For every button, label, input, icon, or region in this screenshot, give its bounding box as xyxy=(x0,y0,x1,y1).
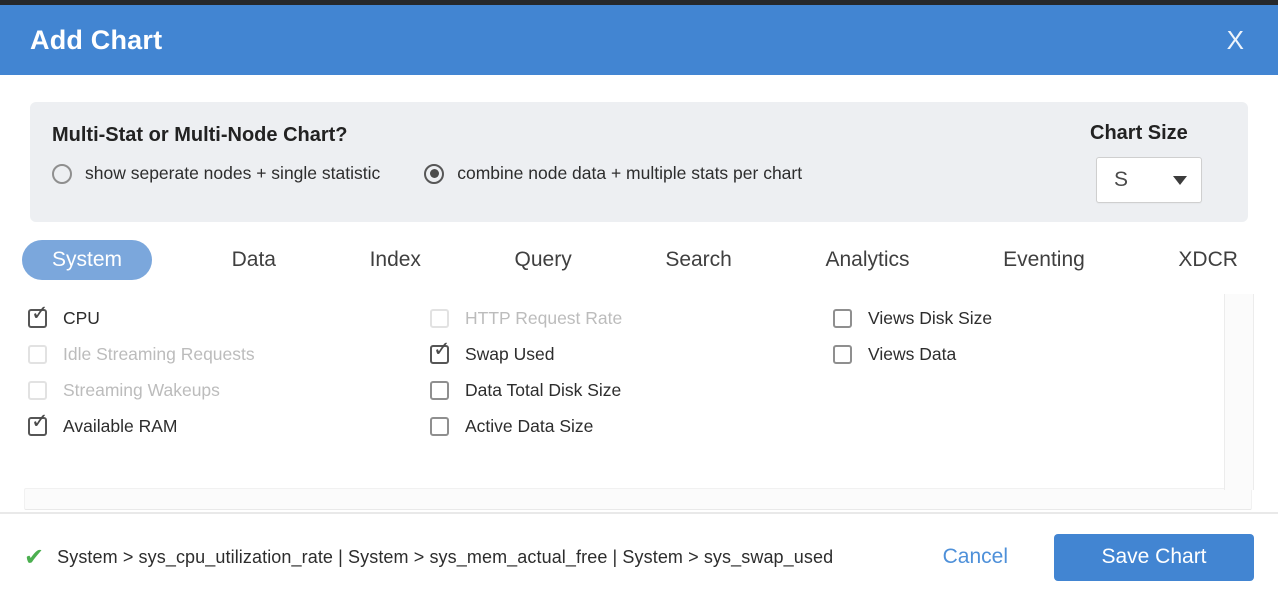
stat-item[interactable]: ✓ CPU xyxy=(28,300,430,336)
multi-stat-panel: Multi-Stat or Multi-Node Chart? show sep… xyxy=(30,102,1248,222)
checkbox-icon[interactable] xyxy=(430,417,449,436)
stat-item: HTTP Request Rate xyxy=(430,300,833,336)
stat-item[interactable]: ✓ Available RAM xyxy=(28,408,430,444)
stat-item[interactable]: ✓ Swap Used xyxy=(430,336,833,372)
horizontal-scrollbar[interactable] xyxy=(24,488,1252,510)
radio-option[interactable]: show seperate nodes + single statistic xyxy=(52,163,380,184)
tab-analytics[interactable]: Analytics xyxy=(811,240,923,280)
tab-search[interactable]: Search xyxy=(651,240,746,280)
stats-column: Views Disk Size Views Data xyxy=(833,300,1278,444)
stat-label: Data Total Disk Size xyxy=(465,380,621,401)
stat-item[interactable]: Data Total Disk Size xyxy=(430,372,833,408)
tab-data[interactable]: Data xyxy=(218,240,290,280)
vertical-scrollbar[interactable] xyxy=(1224,294,1254,490)
stats-area: ✓ CPU Idle Streaming Requests Streaming Wak… xyxy=(28,300,1278,486)
modal-header: Add Chart X xyxy=(0,5,1278,75)
stats-grid: ✓ CPU Idle Streaming Requests Streaming Wak… xyxy=(28,300,1278,444)
radio-label: show seperate nodes + single statistic xyxy=(85,163,380,184)
selected-stats-summary: System > sys_cpu_utilization_rate | Syst… xyxy=(57,547,833,568)
check-mark-glyph: ✓ xyxy=(433,339,451,360)
stat-label: Views Disk Size xyxy=(868,308,992,329)
stat-label: CPU xyxy=(63,308,100,329)
stat-label: Swap Used xyxy=(465,344,555,365)
stat-item[interactable]: Views Data xyxy=(833,336,1278,372)
tab-system[interactable]: System xyxy=(22,240,152,280)
stat-label: HTTP Request Rate xyxy=(465,308,622,329)
checkbox-icon[interactable] xyxy=(430,381,449,400)
radio-selected-icon[interactable] xyxy=(424,164,444,184)
stats-column: HTTP Request Rate ✓ Swap Used Data Total Di… xyxy=(430,300,833,444)
checkbox-checked-icon[interactable]: ✓ xyxy=(28,417,47,436)
modal-title: Add Chart xyxy=(30,25,162,56)
add-chart-modal: Add Chart X Multi-Stat or Multi-Node Cha… xyxy=(0,5,1278,600)
checkbox-checked-icon[interactable]: ✓ xyxy=(28,309,47,328)
chart-size-label: Chart Size xyxy=(1090,122,1202,145)
close-icon[interactable]: X xyxy=(1223,25,1248,56)
check-mark-glyph: ✓ xyxy=(31,303,49,324)
chart-size-select[interactable]: S xyxy=(1096,157,1202,203)
radio-label: combine node data + multiple stats per c… xyxy=(457,163,802,184)
stats-column: ✓ CPU Idle Streaming Requests Streaming Wak… xyxy=(28,300,430,444)
modal-footer: ✔ System > sys_cpu_utilization_rate | Sy… xyxy=(0,512,1278,600)
tab-index[interactable]: Index xyxy=(356,240,435,280)
stat-item: Streaming Wakeups xyxy=(28,372,430,408)
checkbox-checked-icon[interactable]: ✓ xyxy=(430,345,449,364)
stat-item: Idle Streaming Requests xyxy=(28,336,430,372)
panel-heading: Multi-Stat or Multi-Node Chart? xyxy=(52,124,1248,147)
radio-icon[interactable] xyxy=(52,164,72,184)
checkmark-icon: ✔ xyxy=(24,543,44,572)
tab-eventing[interactable]: Eventing xyxy=(989,240,1099,280)
checkbox-icon[interactable] xyxy=(833,309,852,328)
stat-item[interactable]: Views Disk Size xyxy=(833,300,1278,336)
tabs: System Data Index Query Search Analytics Event… xyxy=(22,238,1252,282)
checkbox-icon xyxy=(28,345,47,364)
stat-label: Views Data xyxy=(868,344,956,365)
radio-option[interactable]: combine node data + multiple stats per c… xyxy=(424,163,802,184)
checkbox-icon xyxy=(28,381,47,400)
stat-label: Active Data Size xyxy=(465,416,593,437)
save-chart-button[interactable]: Save Chart xyxy=(1054,534,1254,581)
check-mark-glyph: ✓ xyxy=(31,411,49,432)
stat-label: Available RAM xyxy=(63,416,177,437)
chart-size-value: S xyxy=(1114,168,1128,192)
checkbox-icon[interactable] xyxy=(833,345,852,364)
cancel-button[interactable]: Cancel xyxy=(943,545,1008,569)
checkbox-icon xyxy=(430,309,449,328)
radio-group: show seperate nodes + single statistic co… xyxy=(52,163,1248,184)
tab-query[interactable]: Query xyxy=(501,240,586,280)
stat-label: Idle Streaming Requests xyxy=(63,344,255,365)
tab-xdcr[interactable]: XDCR xyxy=(1164,240,1252,280)
stat-label: Streaming Wakeups xyxy=(63,380,220,401)
chevron-down-icon xyxy=(1173,176,1187,185)
chart-size-control: Chart Size S xyxy=(1096,122,1202,203)
stat-item[interactable]: Active Data Size xyxy=(430,408,833,444)
